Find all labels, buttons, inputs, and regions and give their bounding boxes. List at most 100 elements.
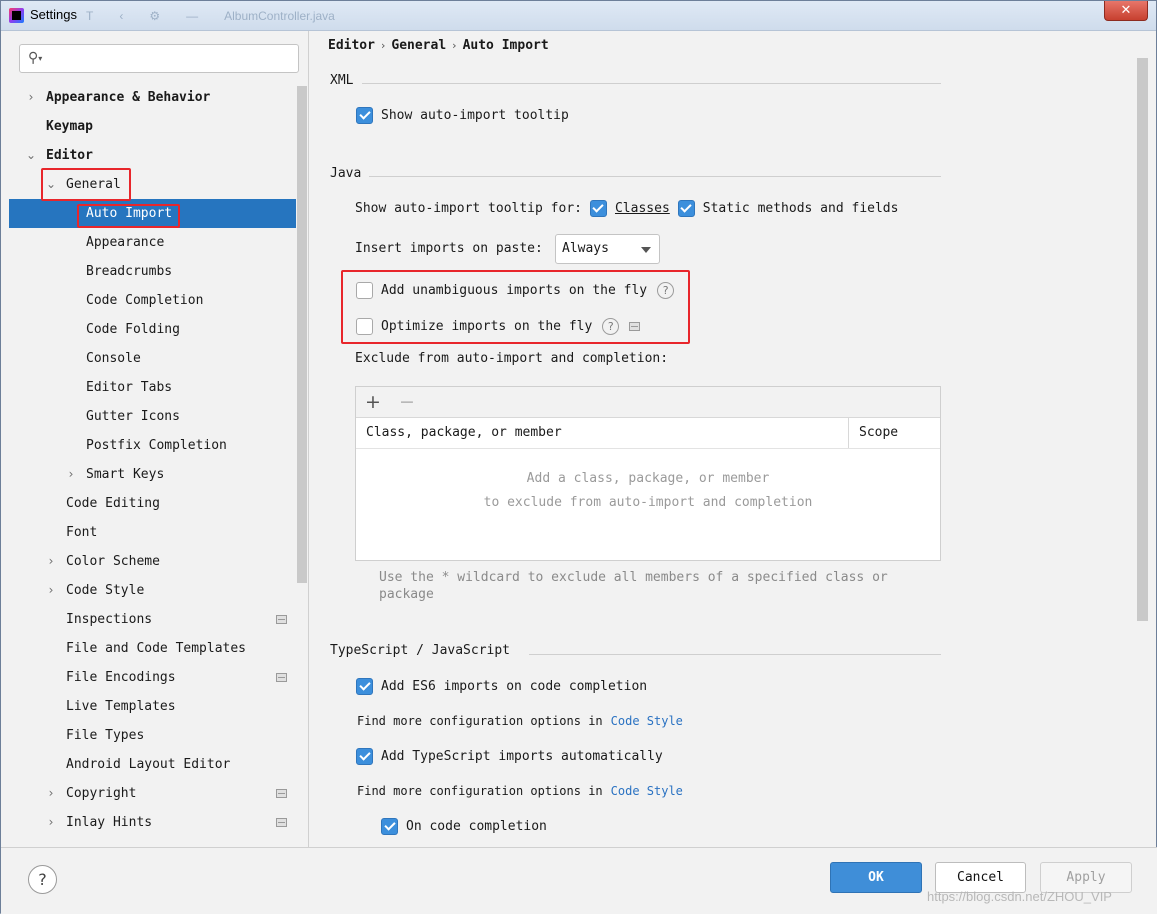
add-unambiguous-checkbox[interactable] <box>356 282 373 299</box>
sidebar-item-inlay-hints[interactable]: › Inlay Hints <box>9 808 297 837</box>
sidebar-item-console[interactable]: Console <box>9 344 297 373</box>
sidebar-item-font[interactable]: Font <box>9 518 297 547</box>
sidebar-item-label: Inspections <box>66 612 153 627</box>
xml-show-tooltip-row[interactable]: Show auto-import tooltip <box>356 107 569 124</box>
add-icon[interactable]: + <box>365 390 381 414</box>
java-tooltip-for-row: Show auto-import tooltip for: Classes St… <box>355 200 898 217</box>
sidebar-item-appearance[interactable]: Appearance <box>9 228 297 257</box>
optimize-imports-checkbox[interactable] <box>356 318 373 335</box>
sidebar-item-label: Color Scheme <box>66 554 160 569</box>
sidebar-item-file-encodings[interactable]: File Encodings <box>9 663 297 692</box>
optimize-imports-label[interactable]: Optimize imports on the fly <box>381 319 592 334</box>
project-scope-icon <box>629 322 641 331</box>
es6-imports-label[interactable]: Add ES6 imports on code completion <box>381 679 647 694</box>
sidebar-item-general[interactable]: ⌄ General <box>9 170 297 199</box>
search-icon[interactable]: ⚲▾ <box>28 50 42 66</box>
help-icon[interactable]: ? <box>602 318 620 335</box>
close-button[interactable]: ✕ <box>1104 1 1148 21</box>
chevron-right-icon[interactable]: › <box>65 460 77 489</box>
background-toolbar-ghost: T ‹ ⚙ — AlbumController.java <box>86 9 335 23</box>
column-header-class[interactable]: Class, package, or member <box>366 418 562 448</box>
ghost-tool-2: ‹ <box>119 9 124 23</box>
sidebar-item-code-folding[interactable]: Code Folding <box>9 315 297 344</box>
sidebar-item-smart-keys[interactable]: › Smart Keys <box>9 460 297 489</box>
ghost-tool-5: AlbumController.java <box>224 9 335 23</box>
on-code-completion-checkbox[interactable] <box>381 818 398 835</box>
ghost-tool-4: — <box>186 9 199 23</box>
insert-imports-dropdown[interactable]: Always <box>555 234 660 264</box>
chevron-right-icon[interactable]: › <box>45 779 57 808</box>
classes-label-text[interactable]: Classes <box>615 201 670 216</box>
xml-show-tooltip-label[interactable]: Show auto-import tooltip <box>381 108 569 123</box>
sidebar-item-copyright[interactable]: › Copyright <box>9 779 297 808</box>
sidebar-item-file-and-code-templates[interactable]: File and Code Templates <box>9 634 297 663</box>
settings-search-box[interactable]: ⚲▾ <box>19 44 299 73</box>
ts-auto-imports-row[interactable]: Add TypeScript imports automatically <box>356 748 663 765</box>
settings-content-panel: Editor › General › Auto Import XML Show auto… <box>310 31 1148 847</box>
ok-button[interactable]: OK <box>830 862 922 893</box>
sidebar-item-label: Android Layout Editor <box>66 757 231 772</box>
xml-show-tooltip-checkbox[interactable] <box>356 107 373 124</box>
ts-auto-imports-label[interactable]: Add TypeScript imports automatically <box>381 749 663 764</box>
sidebar-item-file-types[interactable]: File Types <box>9 721 297 750</box>
sidebar-item-postfix-completion[interactable]: Postfix Completion <box>9 431 297 460</box>
xml-section-title: XML <box>330 73 354 88</box>
sidebar-item-auto-import[interactable]: Auto Import <box>9 199 297 228</box>
sidebar-item-editor-tabs[interactable]: Editor Tabs <box>9 373 297 402</box>
on-code-completion-label[interactable]: On code completion <box>406 819 547 834</box>
sidebar-item-inspections[interactable]: Inspections <box>9 605 297 634</box>
chevron-right-icon[interactable]: › <box>45 576 57 605</box>
sidebar-item-label: Auto Import <box>86 206 173 221</box>
add-unambiguous-row[interactable]: Add unambiguous imports on the fly ? <box>356 282 675 299</box>
code-style-link-2[interactable]: Code Style <box>611 784 683 798</box>
es6-imports-row[interactable]: Add ES6 imports on code completion <box>356 678 647 695</box>
breadcrumb-editor[interactable]: Editor <box>328 38 375 53</box>
es6-imports-checkbox[interactable] <box>356 678 373 695</box>
chevron-down-icon[interactable]: ⌄ <box>25 141 37 170</box>
table-empty-line-1: Add a class, package, or member <box>526 471 770 486</box>
static-methods-checkbox[interactable] <box>677 200 695 217</box>
insert-imports-label: Insert imports on paste: <box>355 241 543 256</box>
add-unambiguous-label[interactable]: Add unambiguous imports on the fly <box>381 283 647 298</box>
sidebar-item-android-layout-editor[interactable]: Android Layout Editor <box>9 750 297 779</box>
sidebar-item-code-completion[interactable]: Code Completion <box>9 286 297 315</box>
chevron-right-icon[interactable]: › <box>25 83 37 112</box>
chevron-down-icon[interactable]: ⌄ <box>45 170 57 199</box>
breadcrumb-general[interactable]: General <box>391 38 446 53</box>
sidebar-item-label: File and Code Templates <box>66 641 247 656</box>
sidebar-item-label: Editor Tabs <box>86 380 173 395</box>
chevron-right-icon[interactable]: › <box>45 547 57 576</box>
sidebar-item-label: Keymap <box>46 119 93 134</box>
sidebar-item-code-style[interactable]: › Code Style <box>9 576 297 605</box>
sidebar-item-editor[interactable]: ⌄ Editor <box>9 141 297 170</box>
ts-auto-imports-checkbox[interactable] <box>356 748 373 765</box>
column-header-scope[interactable]: Scope <box>859 418 898 448</box>
content-scrollbar-thumb[interactable] <box>1137 58 1148 621</box>
sidebar-item-breadcrumbs[interactable]: Breadcrumbs <box>9 257 297 286</box>
optimize-imports-row[interactable]: Optimize imports on the fly ? <box>356 318 641 335</box>
sidebar-item-live-templates[interactable]: Live Templates <box>9 692 297 721</box>
sidebar-item-appearance-behavior[interactable]: › Appearance & Behavior <box>9 83 297 112</box>
exclude-label-row: Exclude from auto-import and completion: <box>355 351 668 366</box>
sidebar-item-color-scheme[interactable]: › Color Scheme <box>9 547 297 576</box>
ghost-tool-1: T <box>86 9 94 23</box>
code-style-link-1[interactable]: Code Style <box>611 714 683 728</box>
sidebar-item-label: Code Editing <box>66 496 160 511</box>
on-code-completion-row[interactable]: On code completion <box>381 818 547 835</box>
column-divider <box>848 418 849 448</box>
chevron-right-icon[interactable]: › <box>45 808 57 837</box>
sidebar-item-label: Font <box>66 525 98 540</box>
project-scope-icon <box>276 615 287 624</box>
static-methods-label[interactable]: Static methods and fields <box>703 201 899 216</box>
help-icon[interactable]: ? <box>657 282 675 299</box>
sidebar-item-code-editing[interactable]: Code Editing <box>9 489 297 518</box>
settings-search-input[interactable] <box>52 49 292 69</box>
sidebar-item-gutter-icons[interactable]: Gutter Icons <box>9 402 297 431</box>
window-title: Settings <box>30 7 77 22</box>
help-button[interactable]: ? <box>28 865 57 894</box>
classes-checkbox[interactable] <box>589 200 607 217</box>
classes-label[interactable]: Classes <box>615 201 670 216</box>
typescript-section-title: TypeScript / JavaScript <box>330 643 511 658</box>
sidebar-scrollbar-thumb[interactable] <box>297 86 307 583</box>
sidebar-item-keymap[interactable]: Keymap <box>9 112 297 141</box>
